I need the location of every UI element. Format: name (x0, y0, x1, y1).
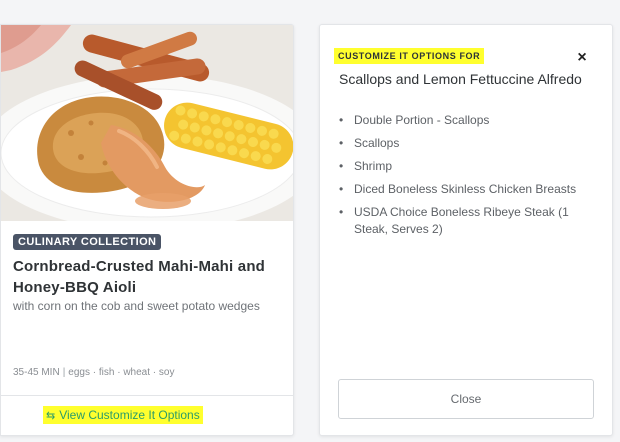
meal-subtitle: with corn on the cob and sweet potato we… (13, 299, 260, 313)
customize-link-label: View Customize It Options (59, 408, 200, 422)
customize-options-panel: CUSTOMIZE IT OPTIONS FOR × Scallops and … (319, 24, 613, 436)
customize-option: USDA Choice Boneless Ribeye Steak (1 Ste… (339, 204, 599, 238)
allergen-list: eggs · fish · wheat · soy (68, 367, 175, 378)
meal-meta: 35-45 MIN | eggs · fish · wheat · soy (13, 367, 175, 378)
swap-arrows-icon: ⇆ (46, 410, 56, 422)
customize-options-list: Double Portion - Scallops Scallops Shrim… (339, 112, 599, 244)
meal-title[interactable]: Cornbread-Crusted Mahi-Mahi and Honey-BB… (13, 256, 288, 298)
customize-option: Scallops (339, 135, 599, 152)
culinary-collection-badge: CULINARY COLLECTION (13, 234, 162, 250)
card-divider (1, 395, 293, 396)
customize-option: Diced Boneless Skinless Chicken Breasts (339, 181, 599, 198)
customize-options-for-label: CUSTOMIZE IT OPTIONS FOR (334, 48, 485, 64)
cook-time: 35-45 MIN (13, 367, 60, 378)
customize-option: Double Portion - Scallops (339, 112, 599, 129)
meal-card: CULINARY COLLECTION Cornbread-Crusted Ma… (0, 24, 294, 436)
close-button[interactable]: Close (338, 379, 594, 419)
customize-option: Shrimp (339, 158, 599, 175)
customize-panel-title: Scallops and Lemon Fettuccine Alfredo (339, 71, 582, 87)
meal-photo (1, 25, 293, 221)
view-customize-options-link[interactable]: ⇆ View Customize It Options (43, 406, 203, 424)
close-icon[interactable]: × (574, 49, 590, 67)
